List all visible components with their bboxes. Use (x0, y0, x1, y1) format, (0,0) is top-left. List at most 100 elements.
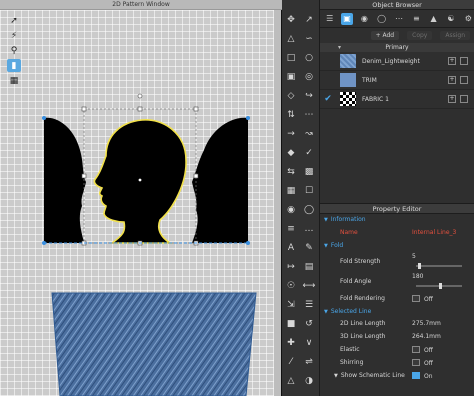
fabric-swatch (340, 73, 356, 87)
pin-tool-icon[interactable]: ⚡ (7, 29, 21, 42)
fold-strength-value[interactable]: 5 (412, 253, 474, 260)
strengthen-icon[interactable]: ■ (285, 318, 297, 330)
fabric-row-trim[interactable]: TRIM + (320, 71, 474, 90)
pattern-scrollbar[interactable] (274, 10, 281, 396)
fold-strength-slider[interactable] (416, 263, 462, 269)
polygon-icon[interactable]: △ (285, 33, 297, 45)
prop-show-schematic-line: ▼ Show Schematic Line On (320, 369, 474, 382)
avatar-tab-icon[interactable]: ☯ (445, 13, 456, 25)
assign-button[interactable]: Assign (440, 31, 470, 40)
button-icon[interactable]: ◉ (285, 204, 297, 216)
ruler-icon[interactable]: ▤ (303, 261, 315, 273)
shirring-toggle[interactable]: Off (412, 358, 474, 367)
seam-icon[interactable]: ⋯ (303, 109, 315, 121)
select-tool-icon[interactable]: ➚ (7, 14, 21, 27)
fabric-row-denim[interactable]: Denim_Lightweight + (320, 52, 474, 71)
pattern-tool-icon[interactable]: ▮ (7, 59, 21, 72)
fold-line-icon[interactable]: ⁄ (285, 356, 297, 368)
prop-name: Name Internal Line_3 (320, 225, 474, 240)
grading-icon[interactable]: ✚ (285, 337, 297, 349)
tool-strip: ✥ ↗ △ ∽ □ ○ ▣ ◎ ◇ ↪ ⇅ ⋯ → ↝ ◆ ✓ ⇆ ▩ ▦ ☐ … (282, 0, 320, 396)
internal-polygon-icon[interactable]: ▣ (285, 71, 297, 83)
pattern-svg (42, 93, 257, 396)
segment-sewing-icon[interactable]: → (285, 128, 297, 140)
checkbox[interactable] (412, 345, 420, 353)
fabric-group-header[interactable]: ▾ Primary (320, 43, 474, 52)
list-view-icon[interactable]: ☰ (324, 13, 335, 25)
text-icon[interactable]: A (285, 242, 297, 254)
annotation-icon[interactable]: ✎ (303, 242, 315, 254)
slider-knob[interactable] (418, 263, 422, 269)
fabric-box-icon[interactable] (460, 95, 468, 103)
slider-knob[interactable] (439, 283, 442, 289)
checkbox[interactable] (412, 294, 420, 302)
zipper-tab-icon[interactable]: ≡ (411, 13, 422, 25)
dart-icon[interactable]: ◇ (285, 90, 297, 102)
pattern-piece-denim[interactable] (51, 292, 257, 396)
fold-rendering-toggle[interactable]: Off (412, 294, 474, 303)
fabric-row-fabric1[interactable]: ✔ FABRIC 1 + (320, 90, 474, 109)
fold-angle-value[interactable]: 180 (412, 273, 474, 280)
buttonhole-icon[interactable]: ◯ (303, 204, 315, 216)
prop-label: Fold Angle (340, 277, 372, 285)
section-selected-line[interactable]: ▼ Selected Line (320, 306, 474, 317)
flip-icon[interactable]: ⇌ (303, 356, 315, 368)
line-2d-value[interactable]: 275.7mm (412, 320, 474, 327)
buttonhole-tab-icon[interactable]: ◯ (376, 13, 387, 25)
expand-arrow-icon[interactable]: ▼ (334, 373, 338, 379)
shrink-icon[interactable]: ⇲ (285, 299, 297, 311)
curve-icon[interactable]: ∽ (303, 33, 315, 45)
rotate-handle[interactable] (137, 93, 143, 99)
tack-icon[interactable]: ◆ (285, 147, 297, 159)
search-icon[interactable]: ⚲ (7, 44, 21, 57)
measure-icon[interactable]: ↦ (285, 261, 297, 273)
pattern-piece-right-head[interactable] (192, 117, 248, 243)
section-information[interactable]: ▼ Information (320, 214, 474, 225)
assign-fabric-icon[interactable]: + (448, 95, 456, 103)
topstitch-icon[interactable]: … (303, 223, 315, 235)
fabric-box-icon[interactable] (460, 57, 468, 65)
fabric-tab-icon[interactable]: ▣ (341, 12, 353, 25)
edit-texture-icon[interactable]: ▦ (285, 185, 297, 197)
add-button[interactable]: + Add (370, 31, 400, 40)
settings-icon[interactable]: ⚙ (463, 13, 474, 25)
rectangle-icon[interactable]: □ (285, 52, 297, 64)
fold-arrangement-icon[interactable]: ⇆ (285, 166, 297, 178)
section-fold[interactable]: ▼ Fold (320, 240, 474, 251)
symmetry-icon[interactable]: ⟷ (303, 280, 316, 292)
lock-icon[interactable]: △ (285, 375, 297, 387)
prop-label: Fold Strength (340, 257, 381, 265)
layer-icon[interactable]: ☰ (303, 299, 315, 311)
trim-tab-icon[interactable]: ▲ (428, 13, 439, 25)
edit-point-icon[interactable]: ↗ (303, 14, 315, 26)
schematic-toggle[interactable]: On (412, 371, 474, 380)
assign-fabric-icon[interactable]: + (448, 76, 456, 84)
texture-icon[interactable]: ▩ (303, 166, 315, 178)
free-sewing-icon[interactable]: ↝ (303, 128, 315, 140)
offset-icon[interactable]: ⇅ (285, 109, 297, 121)
notch-icon[interactable]: ∨ (303, 337, 315, 349)
pin-icon[interactable]: ☉ (285, 280, 297, 292)
copy-button[interactable]: Copy (407, 31, 433, 40)
pattern-piece-left-head[interactable] (44, 117, 86, 243)
arrange-tool-icon[interactable]: ▦ (7, 74, 21, 87)
pattern-piece-center-head[interactable] (93, 119, 187, 244)
checkbox[interactable] (412, 358, 420, 366)
internal-circle-icon[interactable]: ◎ (303, 71, 315, 83)
fabric-box-icon[interactable] (460, 76, 468, 84)
assign-fabric-icon[interactable]: + (448, 57, 456, 65)
hide-icon[interactable]: ◑ (303, 375, 315, 387)
graphic-icon[interactable]: ☐ (303, 185, 315, 197)
elastic-toggle[interactable]: Off (412, 345, 474, 354)
circle-icon[interactable]: ○ (303, 52, 315, 64)
sewing-check-icon[interactable]: ✓ (303, 147, 315, 159)
prop-name-value[interactable]: Internal Line_3 (412, 229, 474, 236)
button-tab-icon[interactable]: ◉ (359, 13, 370, 25)
trace-icon[interactable]: ↪ (303, 90, 315, 102)
fold-angle-slider[interactable] (416, 283, 462, 289)
transform-icon[interactable]: ✥ (285, 14, 297, 26)
unfold-icon[interactable]: ↺ (303, 318, 315, 330)
zipper-icon[interactable]: ≡ (285, 223, 297, 235)
topstitch-tab-icon[interactable]: ⋯ (393, 13, 404, 25)
checkbox[interactable] (412, 371, 420, 379)
